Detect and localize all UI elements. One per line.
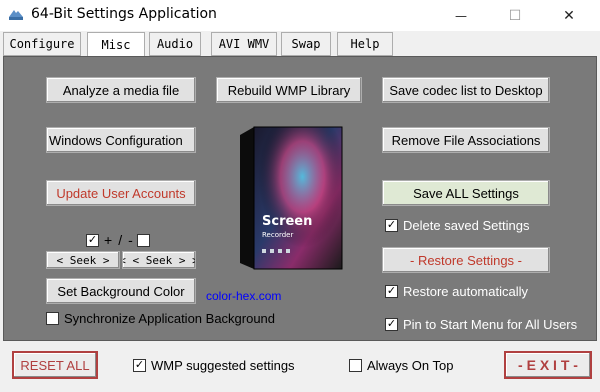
bottom-bar: RESET ALL ✓ WMP suggested settings Alway… [0,344,600,392]
window-title: 64-Bit Settings Application [31,6,217,22]
tab-configure[interactable]: Configure [3,32,81,56]
minimize-button[interactable]: — [438,0,484,31]
analyze-media-button[interactable]: Analyze a media file [46,77,196,103]
product-sub-text: Recorder [262,231,293,239]
plus-minus-row: ✓ + / - [86,232,155,248]
minus-label: - [128,232,133,248]
close-icon: ✕ [563,7,575,24]
product-name-text: Screen [262,214,312,229]
app-icon [9,10,23,20]
close-button[interactable]: ✕ [546,0,592,31]
save-all-settings-button[interactable]: Save ALL Settings [382,180,550,206]
plus-label: + [104,232,113,248]
save-codec-list-button[interactable]: Save codec list to Desktop [382,77,550,103]
tab-misc[interactable]: Misc [87,32,145,57]
pin-start-menu-option[interactable]: ✓ Pin to Start Menu for All Users [385,317,577,332]
maximize-button[interactable]: ☐ [492,0,538,31]
restore-automatically-option[interactable]: ✓ Restore automatically [385,284,528,299]
delete-saved-option[interactable]: ✓ Delete saved Settings [385,218,529,233]
remove-file-associations-button[interactable]: Remove File Associations [382,127,550,153]
tab-swap[interactable]: Swap [281,32,331,56]
set-background-color-button[interactable]: Set Background Color [46,278,196,304]
maximize-icon: ☐ [508,7,522,24]
wmp-suggested-label: WMP suggested settings [151,358,295,373]
wmp-suggested-checkbox[interactable]: ✓ [133,359,146,372]
sync-background-label: Synchronize Application Background [64,311,276,326]
plus-checkbox[interactable]: ✓ [86,233,99,247]
title-bar: 64-Bit Settings Application — ☐ ✕ [0,0,600,31]
restore-automatically-checkbox[interactable]: ✓ [385,285,398,298]
sync-background-checkbox[interactable] [46,312,59,325]
pin-start-menu-label: Pin to Start Menu for All Users [403,317,578,332]
product-box-image: Screen Recorder [240,126,343,270]
delete-saved-checkbox[interactable]: ✓ [385,219,398,232]
color-hex-link[interactable]: color-hex.com [206,289,281,303]
minus-checkbox[interactable] [136,233,150,247]
tab-help[interactable]: Help [337,32,393,56]
tab-audio[interactable]: Audio [149,32,201,56]
slash-label: / [118,232,123,248]
always-on-top-option[interactable]: Always On Top [349,358,453,373]
misc-panel: Analyze a media file Windows Configurati… [3,56,597,341]
seek-forward-button[interactable]: < Seek > [46,251,120,269]
sync-background-option[interactable]: Synchronize Application Background [46,311,286,326]
seek-back-button[interactable]: < < Seek > > [122,251,196,269]
reset-all-button[interactable]: RESET ALL [12,351,98,379]
windows-configuration-button[interactable]: Windows Configuration [46,127,196,153]
tab-avi-wmv[interactable]: AVI WMV [211,32,277,56]
rebuild-wmp-library-button[interactable]: Rebuild WMP Library [216,77,362,103]
always-on-top-label: Always On Top [367,358,454,373]
update-user-accounts-button[interactable]: Update User Accounts [46,180,196,206]
pin-start-menu-checkbox[interactable]: ✓ [385,318,398,331]
delete-saved-label: Delete saved Settings [403,218,530,233]
restore-automatically-label: Restore automatically [403,284,528,299]
restore-settings-button[interactable]: - Restore Settings - [382,247,550,273]
exit-button[interactable]: - E X I T - [504,351,592,379]
wmp-suggested-option[interactable]: ✓ WMP suggested settings [133,358,295,373]
always-on-top-checkbox[interactable] [349,359,362,372]
minimize-icon: — [455,8,467,23]
